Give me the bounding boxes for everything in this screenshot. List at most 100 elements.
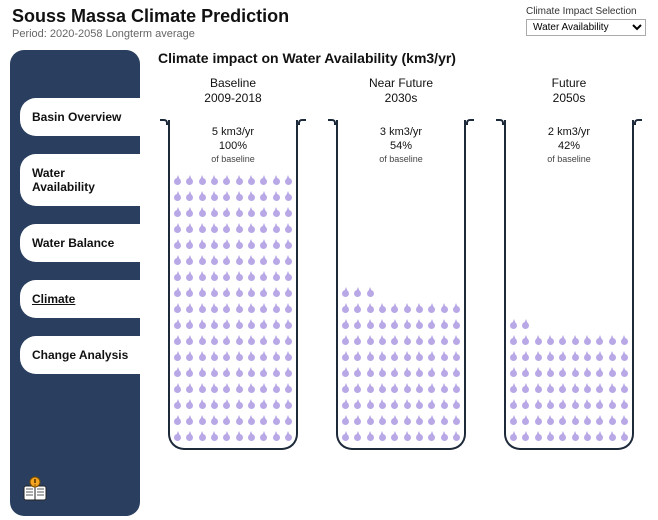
water-drop-icon — [342, 368, 349, 378]
water-drop-icon — [199, 336, 206, 346]
guide-book-icon[interactable] — [22, 476, 48, 502]
water-drop-icon — [354, 256, 361, 266]
scenario-period: 2009-2018 — [204, 91, 261, 106]
water-drop-icon — [596, 224, 603, 234]
water-drop-icon — [584, 352, 591, 362]
water-drop-icon — [510, 432, 517, 442]
water-drop-icon — [367, 336, 374, 346]
scenario-column: Near Future2030s3 km3/yr54%of baseline — [322, 76, 480, 516]
water-drop-icon — [379, 352, 386, 362]
water-drop-icon — [535, 320, 542, 330]
water-drop-icon — [453, 352, 460, 362]
water-drop-icon — [354, 288, 361, 298]
water-drop-icon — [367, 256, 374, 266]
sidebar-tab-water-availability[interactable]: Water Availability — [20, 154, 140, 206]
water-drop-icon — [273, 336, 280, 346]
water-drop-icon — [453, 336, 460, 346]
water-drop-icon — [535, 336, 542, 346]
water-drop-icon — [547, 352, 554, 362]
water-drop-icon — [342, 288, 349, 298]
vessel-value: 5 km3/yr — [168, 126, 298, 140]
water-drop-icon — [174, 192, 181, 202]
water-drop-icon — [236, 272, 243, 282]
water-drop-icon — [391, 352, 398, 362]
water-drop-icon — [186, 256, 193, 266]
water-drop-icon — [510, 352, 517, 362]
water-drop-icon — [441, 304, 448, 314]
water-drop-icon — [547, 432, 554, 442]
water-drop-icon — [273, 432, 280, 442]
water-drop-icon — [248, 288, 255, 298]
water-drop-icon — [236, 400, 243, 410]
water-drop-icon — [441, 192, 448, 202]
vessel-value: 3 km3/yr — [336, 126, 466, 140]
water-drop-icon — [273, 208, 280, 218]
water-drop-icon — [428, 400, 435, 410]
sidebar-tab-water-balance[interactable]: Water Balance — [20, 224, 140, 262]
water-drop-icon — [596, 416, 603, 426]
vessel-value: 2 km3/yr — [504, 126, 634, 140]
vessel-meta: 3 km3/yr54%of baseline — [336, 126, 466, 165]
water-drop-icon — [441, 384, 448, 394]
sidebar-tab-change-analysis[interactable]: Change Analysis — [20, 336, 140, 374]
water-drop-icon — [379, 192, 386, 202]
water-drop-icon — [416, 400, 423, 410]
water-drop-icon — [510, 288, 517, 298]
water-drop-icon — [248, 224, 255, 234]
water-drop-icon — [559, 304, 566, 314]
water-drop-icon — [174, 240, 181, 250]
water-drop-icon — [441, 416, 448, 426]
water-drop-icon — [199, 176, 206, 186]
water-drop-icon — [453, 208, 460, 218]
water-drop-icon — [186, 432, 193, 442]
water-drop-icon — [174, 304, 181, 314]
water-drop-icon — [236, 368, 243, 378]
water-drop-icon — [248, 192, 255, 202]
water-drop-icon — [223, 320, 230, 330]
water-drop-icon — [223, 224, 230, 234]
climate-impact-dropdown[interactable]: Water Availability — [526, 19, 646, 36]
water-drop-icon — [260, 336, 267, 346]
water-drop-icon — [441, 224, 448, 234]
water-drop-icon — [621, 224, 628, 234]
water-drop-icon — [572, 256, 579, 266]
water-drop-icon — [535, 432, 542, 442]
water-drop-icon — [535, 176, 542, 186]
sidebar: Basin Overview Water Availability Water Ba… — [10, 50, 140, 516]
water-drop-icon — [596, 432, 603, 442]
water-drop-icon — [285, 384, 292, 394]
water-drop-icon — [453, 272, 460, 282]
water-drop-icon — [596, 384, 603, 394]
scenario-name: Future — [552, 76, 587, 91]
water-drop-icon — [342, 256, 349, 266]
water-drop-icon — [572, 352, 579, 362]
water-drop-icon — [211, 224, 218, 234]
water-drop-icon — [236, 384, 243, 394]
water-drop-icon — [453, 384, 460, 394]
scenario-name: Near Future — [369, 76, 433, 91]
water-drop-icon — [174, 288, 181, 298]
water-drop-icon — [367, 240, 374, 250]
water-drop-icon — [174, 256, 181, 266]
water-drop-icon — [584, 400, 591, 410]
water-drop-icon — [260, 192, 267, 202]
sidebar-tab-climate[interactable]: Climate — [20, 280, 140, 318]
water-drop-icon — [404, 432, 411, 442]
water-drop-icon — [510, 176, 517, 186]
water-drop-icon — [186, 352, 193, 362]
water-drop-icon — [260, 400, 267, 410]
water-drop-icon — [354, 176, 361, 186]
water-drop-icon — [416, 208, 423, 218]
water-drop-icon — [596, 240, 603, 250]
sidebar-tab-basin-overview[interactable]: Basin Overview — [20, 98, 140, 136]
water-drop-icon — [367, 176, 374, 186]
water-drop-icon — [199, 368, 206, 378]
water-drop-icon — [609, 416, 616, 426]
water-drop-icon — [236, 432, 243, 442]
water-drop-icon — [367, 352, 374, 362]
water-drop-icon — [609, 432, 616, 442]
water-drop-icon — [559, 288, 566, 298]
water-drop-icon — [367, 368, 374, 378]
water-drop-icon — [609, 192, 616, 202]
water-drop-icon — [547, 320, 554, 330]
